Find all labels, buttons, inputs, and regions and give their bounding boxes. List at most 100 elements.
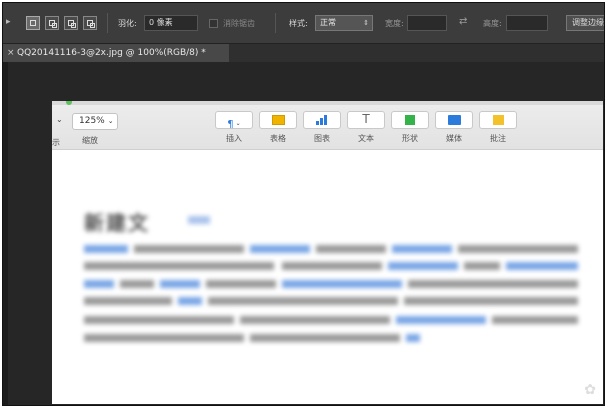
text-line: [160, 280, 200, 288]
text-line: [406, 334, 420, 342]
media-tool[interactable]: 媒体: [435, 111, 473, 144]
height-input[interactable]: [506, 15, 548, 31]
comment-button[interactable]: [479, 111, 517, 129]
text-line: [134, 245, 244, 253]
media-label: 媒体: [446, 134, 462, 143]
text-line: [84, 334, 244, 342]
antialias-checkbox[interactable]: [209, 19, 218, 28]
document-tab[interactable]: × QQ20141116-3@2x.jpg @ 100%(RGB/8) *: [3, 44, 229, 62]
chevron-down-icon: ⌄: [56, 115, 63, 124]
intersect-selection-icon: [87, 20, 95, 28]
blurred-document-body: 新建文: [52, 149, 603, 404]
text-line: [250, 334, 400, 342]
partial-toolbar-label: 示: [52, 138, 60, 147]
add-to-selection-button[interactable]: [45, 16, 59, 30]
feather-input[interactable]: 0 像素: [144, 15, 198, 31]
text-icon: T: [362, 112, 370, 126]
media-button[interactable]: [435, 111, 473, 129]
separator: [275, 13, 276, 33]
subtract-from-selection-button[interactable]: [64, 16, 78, 30]
text-line: [84, 245, 128, 253]
watermark-paw-icon: ✿: [584, 382, 596, 398]
tool-preset-arrow-icon[interactable]: ▸: [6, 17, 11, 27]
text-line: [208, 297, 398, 305]
updown-caret-icon: ⇕: [363, 19, 369, 27]
comment-icon: [492, 115, 504, 125]
zoom-label: 缩放: [82, 136, 98, 145]
width-label: 宽度:: [385, 19, 404, 28]
style-value: 正常: [320, 18, 336, 27]
refine-edge-button[interactable]: 调整边缘: [566, 15, 604, 31]
chart-button[interactable]: [303, 111, 341, 129]
document-heading: 新建文: [84, 211, 150, 235]
shape-tool[interactable]: 形状: [391, 111, 429, 144]
height-label: 高度:: [483, 19, 502, 28]
text-line: [282, 262, 382, 270]
insert-button[interactable]: ¶ ⌄: [215, 111, 253, 130]
text-line: [404, 297, 578, 305]
embedded-screenshot: ⌄ 示 125% ⌄ 缩放 ¶ ⌄ 插入 表格 图表 T 文本 形状 媒体 批注…: [52, 101, 603, 404]
text-line: [408, 280, 578, 288]
chevron-down-icon: ⌄: [107, 117, 114, 125]
subtract-selection-icon: [68, 20, 76, 28]
tools-panel-edge: [3, 62, 8, 405]
zoom-popup[interactable]: 125% ⌄: [72, 113, 118, 130]
text-line: [388, 262, 458, 270]
zoom-value: 125%: [79, 116, 105, 126]
options-bar: ▸ 羽化: 0 像素 消除锯齿 样式: 正常 ⇕ 宽度: ⇄ 高度: 调整边缘: [3, 3, 604, 44]
text-line: [506, 262, 578, 270]
text-line: [84, 280, 114, 288]
text-line: [84, 297, 172, 305]
shape-button[interactable]: [391, 111, 429, 129]
style-select[interactable]: 正常 ⇕: [315, 15, 373, 31]
document-tab-title: QQ20141116-3@2x.jpg @ 100%(RGB/8) *: [17, 48, 206, 58]
text-line: [458, 245, 578, 253]
new-selection-icon: [30, 20, 36, 26]
shape-icon: [405, 115, 415, 125]
swap-width-height-icon[interactable]: ⇄: [459, 16, 467, 27]
text-line: [464, 262, 500, 270]
text-line: [84, 262, 274, 270]
chevron-down-icon: ⌄: [235, 120, 241, 127]
chart-tool[interactable]: 图表: [303, 111, 341, 144]
width-input[interactable]: [407, 15, 447, 31]
text-line: [240, 316, 390, 324]
text-tool[interactable]: T 文本: [347, 111, 385, 144]
style-label: 样式:: [289, 19, 308, 28]
text-line: [120, 280, 154, 288]
close-tab-icon[interactable]: ×: [7, 44, 15, 62]
text-line: [282, 280, 402, 288]
chart-label: 图表: [314, 134, 330, 143]
heading-tag: [188, 216, 210, 224]
table-tool[interactable]: 表格: [259, 111, 297, 144]
separator: [107, 13, 108, 33]
chart-icon: [315, 115, 329, 125]
feather-label: 羽化:: [118, 19, 137, 28]
text-line: [178, 297, 202, 305]
text-line: [84, 316, 234, 324]
insert-tool[interactable]: ¶ ⌄ 插入: [215, 111, 253, 144]
text-line: [206, 280, 276, 288]
intersect-selection-button[interactable]: [83, 16, 97, 30]
text-line: [492, 316, 578, 324]
insert-label: 插入: [226, 134, 242, 143]
text-label: 文本: [358, 134, 374, 143]
text-button[interactable]: T: [347, 111, 385, 129]
document-tab-bar: × QQ20141116-3@2x.jpg @ 100%(RGB/8) *: [3, 44, 604, 63]
text-line: [396, 316, 486, 324]
table-button[interactable]: [259, 111, 297, 129]
text-line: [392, 245, 452, 253]
antialias-label: 消除锯齿: [223, 19, 255, 28]
text-line: [316, 245, 386, 253]
table-icon: [271, 115, 285, 125]
paragraph-insert-icon: ¶: [227, 119, 234, 130]
add-selection-icon: [49, 20, 57, 28]
comment-tool[interactable]: 批注: [479, 111, 517, 144]
new-selection-button[interactable]: [26, 16, 40, 30]
table-label: 表格: [270, 134, 286, 143]
media-icon: [447, 115, 461, 125]
text-line: [250, 245, 310, 253]
shape-label: 形状: [402, 134, 418, 143]
comment-label: 批注: [490, 134, 506, 143]
pages-toolbar: ⌄ 示 125% ⌄ 缩放 ¶ ⌄ 插入 表格 图表 T 文本 形状 媒体 批注: [52, 105, 603, 150]
